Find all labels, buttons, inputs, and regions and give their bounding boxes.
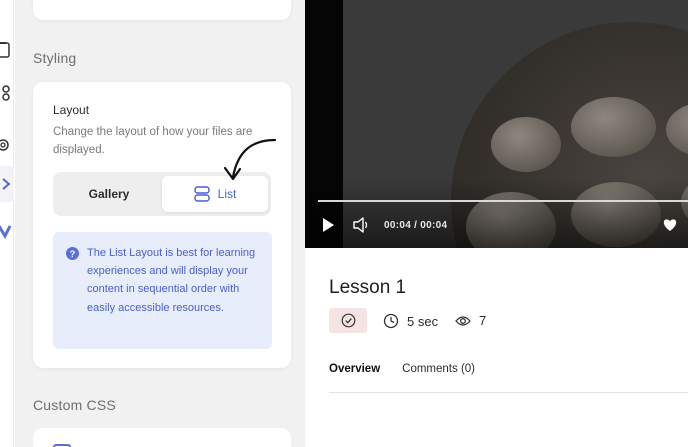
lesson-title: Lesson 1 [329,277,407,298]
lesson-duration: 5 sec [407,313,439,329]
play-icon[interactable] [321,217,335,233]
question-icon: ? [66,247,79,260]
pointer-arrow-icon [223,138,277,181]
completion-badge[interactable] [329,308,367,333]
lesson-views: 7 [479,313,487,328]
clock-icon [383,313,399,329]
layout-info-text: The List Layout is best for learning exp… [87,247,256,314]
layout-title: Layout [53,103,90,117]
duration-meta: 5 sec [383,313,438,329]
styling-section-title: Styling [33,50,77,66]
icon-rail [0,0,14,447]
nodes-icon[interactable] [0,84,12,102]
gear-icon[interactable] [0,136,12,154]
gallery-option-label: Gallery [88,187,130,201]
layout-info-box: ? The List Layout is best for learning e… [53,232,272,349]
tab-divider [329,392,688,393]
lesson-tabs: Overview Comments (0) [329,363,497,375]
list-layout-icon [193,186,210,202]
tab-overview[interactable]: Overview [329,363,380,375]
tab-comments[interactable]: Comments (0) [402,363,475,375]
video-time: 00:04 / 00:04 [384,220,448,231]
clipboard-icon[interactable] [0,40,12,58]
custom-css-card [33,428,291,447]
video-progress-bar[interactable] [318,200,688,202]
layout-card: Layout Change the layout of how your fil… [33,82,291,368]
views-meta: 7 [455,313,486,328]
heart-icon[interactable] [662,218,678,232]
video-player[interactable]: 00:04 / 00:04 [305,0,688,248]
settings-panel: Styling Layout Change the layout of how … [15,0,305,447]
play-nav-icon[interactable] [0,175,12,193]
previous-card [33,0,291,20]
custom-css-section-title: Custom CSS [33,397,116,413]
volume-icon[interactable] [352,217,370,233]
controls-shade [305,178,688,248]
check-circle-icon [341,313,355,328]
eye-icon [455,315,471,326]
brand-icon[interactable] [0,222,12,240]
gallery-option[interactable]: Gallery [57,176,161,212]
